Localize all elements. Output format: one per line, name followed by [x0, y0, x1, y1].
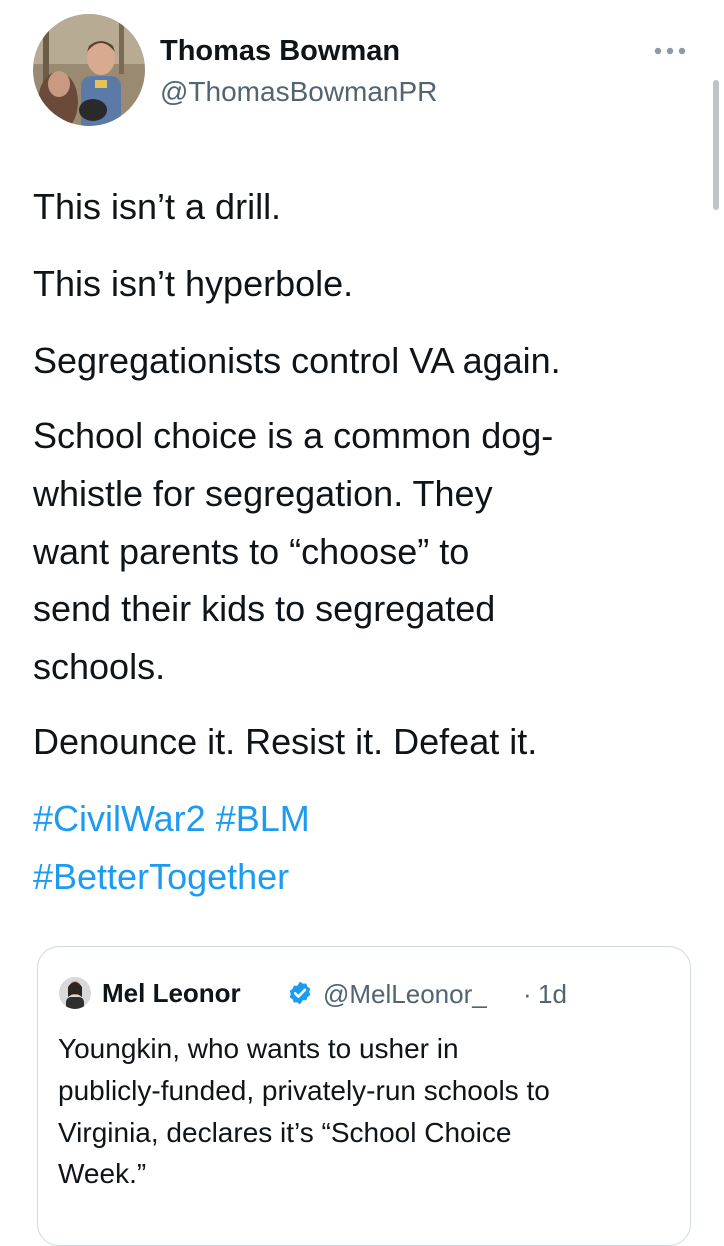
tweet-text-line: send their kids to segregated	[33, 588, 496, 629]
tweet-text-line: This isn’t hyperbole.	[33, 263, 354, 304]
quoted-tweet-timestamp[interactable]: 1d	[538, 978, 567, 1010]
tweet-text-line: This isn’t a drill.	[33, 186, 282, 227]
quoted-tweet-text-line: Virginia, declares it’s “School Choice	[58, 1117, 512, 1148]
quoted-tweet-text-line: Week.”	[58, 1158, 147, 1189]
tweet-text-line: Segregationists control VA again.	[33, 340, 561, 381]
quoted-tweet-text-line: Youngkin, who wants to usher in	[58, 1033, 459, 1064]
hashtag-line: #BetterTogether	[33, 848, 289, 906]
profile-photo-icon	[33, 14, 145, 126]
quoted-tweet-text-line: publicly-funded, privately-run schools t…	[58, 1075, 550, 1106]
tweet-text-line: schools.	[33, 646, 166, 687]
more-options-button[interactable]	[648, 36, 692, 66]
author-avatar[interactable]	[33, 14, 145, 126]
author-handle[interactable]: @ThomasBowmanPR	[160, 75, 437, 109]
hashtag-civilwar2[interactable]: #CivilWar2	[33, 798, 206, 839]
quoted-author-display-name[interactable]: Mel Leonor	[102, 977, 241, 1009]
tweet-text-line: whistle for segregation. They	[33, 473, 493, 514]
quoted-tweet-card[interactable]: Mel Leonor @MelLeonor_ · 1d Youngkin, wh…	[37, 946, 691, 1246]
tweet-text-line: School choice is a common dog-	[33, 415, 554, 456]
more-horizontal-icon	[654, 47, 686, 55]
scrollbar-thumb[interactable]	[713, 80, 719, 210]
tweet-text-line: want parents to “choose” to	[33, 531, 470, 572]
quoted-author-handle[interactable]: @MelLeonor_	[323, 978, 487, 1010]
quoted-author-avatar[interactable]	[59, 977, 91, 1009]
hashtag-line: #CivilWar2 #BLM	[33, 790, 310, 848]
separator-dot: ·	[523, 979, 532, 1009]
hashtag-blm[interactable]: #BLM	[216, 798, 310, 839]
tweet-text-line: Denounce it. Resist it. Defeat it.	[33, 721, 538, 762]
author-display-name[interactable]: Thomas Bowman	[160, 33, 400, 69]
profile-photo-icon	[59, 977, 91, 1009]
verified-badge-icon	[289, 981, 311, 1005]
hashtag-bettertogether[interactable]: #BetterTogether	[33, 856, 289, 897]
